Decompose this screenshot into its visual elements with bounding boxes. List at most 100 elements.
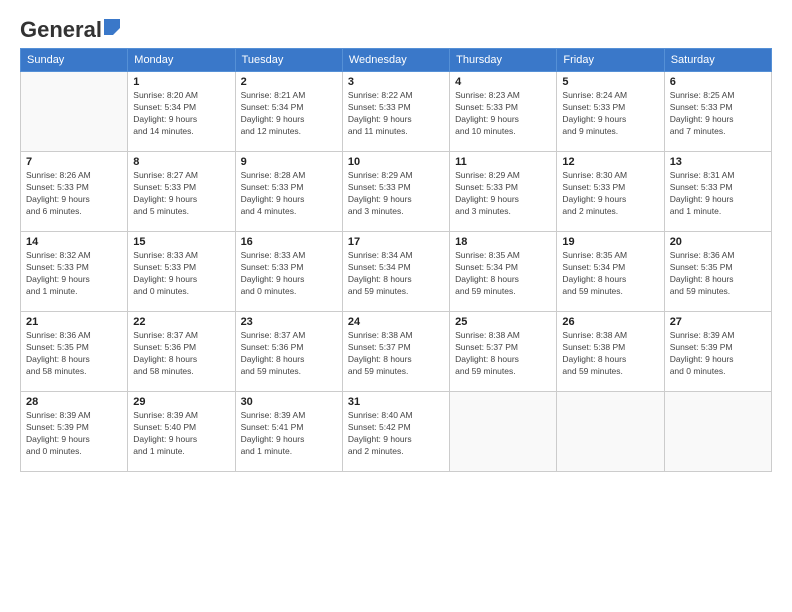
day-number: 1: [133, 76, 229, 88]
calendar-cell: 13 Sunrise: 8:31 AMSunset: 5:33 PMDayligh…: [664, 152, 771, 232]
day-number: 23: [241, 316, 337, 328]
calendar-cell: [664, 392, 771, 472]
day-number: 5: [562, 76, 658, 88]
day-info: Sunrise: 8:29 AMSunset: 5:33 PMDaylight:…: [348, 170, 444, 218]
weekday-header-sunday: Sunday: [21, 49, 128, 72]
week-row-0: 1Sunrise: 8:20 AMSunset: 5:34 PMDaylight…: [21, 72, 772, 152]
calendar-cell: 23 Sunrise: 8:37 AMSunset: 5:36 PMDayligh…: [235, 312, 342, 392]
calendar-cell: 1Sunrise: 8:20 AMSunset: 5:34 PMDaylight…: [128, 72, 235, 152]
day-number: 29: [133, 396, 229, 408]
day-number: 8: [133, 156, 229, 168]
day-info: Sunrise: 8:27 AMSunset: 5:33 PMDaylight:…: [133, 170, 229, 218]
day-info: Sunrise: 8:35 AMSunset: 5:34 PMDaylight:…: [562, 250, 658, 298]
day-number: 25: [455, 316, 551, 328]
weekday-header-wednesday: Wednesday: [342, 49, 449, 72]
week-row-2: 14 Sunrise: 8:32 AMSunset: 5:33 PMDayligh…: [21, 232, 772, 312]
day-info: Sunrise: 8:23 AMSunset: 5:33 PMDaylight:…: [455, 90, 551, 138]
weekday-header-friday: Friday: [557, 49, 664, 72]
weekday-header-tuesday: Tuesday: [235, 49, 342, 72]
calendar-cell: 4 Sunrise: 8:23 AMSunset: 5:33 PMDaylight…: [450, 72, 557, 152]
day-number: 12: [562, 156, 658, 168]
day-info: Sunrise: 8:21 AMSunset: 5:34 PMDaylight:…: [241, 90, 337, 138]
day-info: Sunrise: 8:29 AMSunset: 5:33 PMDaylight:…: [455, 170, 551, 218]
weekday-header-monday: Monday: [128, 49, 235, 72]
calendar-cell: 21 Sunrise: 8:36 AMSunset: 5:35 PMDayligh…: [21, 312, 128, 392]
day-number: 20: [670, 236, 766, 248]
day-number: 3: [348, 76, 444, 88]
calendar-cell: 14 Sunrise: 8:32 AMSunset: 5:33 PMDayligh…: [21, 232, 128, 312]
day-info: Sunrise: 8:37 AMSunset: 5:36 PMDaylight:…: [241, 330, 337, 378]
day-number: 9: [241, 156, 337, 168]
calendar-cell: 22Sunrise: 8:37 AMSunset: 5:36 PMDayligh…: [128, 312, 235, 392]
calendar-cell: 27 Sunrise: 8:39 AMSunset: 5:39 PMDayligh…: [664, 312, 771, 392]
day-info: Sunrise: 8:24 AMSunset: 5:33 PMDaylight:…: [562, 90, 658, 138]
day-info: Sunrise: 8:35 AMSunset: 5:34 PMDaylight:…: [455, 250, 551, 298]
calendar-cell: [21, 72, 128, 152]
day-number: 22: [133, 316, 229, 328]
calendar-cell: [450, 392, 557, 472]
calendar-cell: 20 Sunrise: 8:36 AMSunset: 5:35 PMDayligh…: [664, 232, 771, 312]
calendar-cell: 12 Sunrise: 8:30 AMSunset: 5:33 PMDayligh…: [557, 152, 664, 232]
day-info: Sunrise: 8:38 AMSunset: 5:38 PMDaylight:…: [562, 330, 658, 378]
calendar-cell: 7 Sunrise: 8:26 AMSunset: 5:33 PMDaylight…: [21, 152, 128, 232]
header: General: [20, 18, 772, 40]
day-number: 27: [670, 316, 766, 328]
day-info: Sunrise: 8:25 AMSunset: 5:33 PMDaylight:…: [670, 90, 766, 138]
day-info: Sunrise: 8:39 AMSunset: 5:39 PMDaylight:…: [670, 330, 766, 378]
day-info: Sunrise: 8:34 AMSunset: 5:34 PMDaylight:…: [348, 250, 444, 298]
day-info: Sunrise: 8:39 AMSunset: 5:39 PMDaylight:…: [26, 410, 122, 458]
day-number: 18: [455, 236, 551, 248]
calendar-cell: 17Sunrise: 8:34 AMSunset: 5:34 PMDayligh…: [342, 232, 449, 312]
day-number: 14: [26, 236, 122, 248]
day-info: Sunrise: 8:40 AMSunset: 5:42 PMDaylight:…: [348, 410, 444, 458]
day-info: Sunrise: 8:31 AMSunset: 5:33 PMDaylight:…: [670, 170, 766, 218]
calendar-cell: 30 Sunrise: 8:39 AMSunset: 5:41 PMDayligh…: [235, 392, 342, 472]
day-number: 19: [562, 236, 658, 248]
day-info: Sunrise: 8:39 AMSunset: 5:40 PMDaylight:…: [133, 410, 229, 458]
week-row-3: 21 Sunrise: 8:36 AMSunset: 5:35 PMDayligh…: [21, 312, 772, 392]
logo-icon: [104, 19, 120, 35]
calendar-cell: 16 Sunrise: 8:33 AMSunset: 5:33 PMDayligh…: [235, 232, 342, 312]
day-info: Sunrise: 8:38 AMSunset: 5:37 PMDaylight:…: [455, 330, 551, 378]
day-info: Sunrise: 8:36 AMSunset: 5:35 PMDaylight:…: [670, 250, 766, 298]
day-number: 13: [670, 156, 766, 168]
logo-general: General: [20, 18, 102, 42]
calendar-cell: 3Sunrise: 8:22 AMSunset: 5:33 PMDaylight…: [342, 72, 449, 152]
calendar-cell: 31 Sunrise: 8:40 AMSunset: 5:42 PMDayligh…: [342, 392, 449, 472]
calendar-cell: [557, 392, 664, 472]
day-info: Sunrise: 8:33 AMSunset: 5:33 PMDaylight:…: [133, 250, 229, 298]
day-info: Sunrise: 8:39 AMSunset: 5:41 PMDaylight:…: [241, 410, 337, 458]
week-row-4: 28Sunrise: 8:39 AMSunset: 5:39 PMDayligh…: [21, 392, 772, 472]
calendar-table: SundayMondayTuesdayWednesdayThursdayFrid…: [20, 48, 772, 472]
day-number: 16: [241, 236, 337, 248]
day-number: 15: [133, 236, 229, 248]
day-info: Sunrise: 8:38 AMSunset: 5:37 PMDaylight:…: [348, 330, 444, 378]
day-info: Sunrise: 8:32 AMSunset: 5:33 PMDaylight:…: [26, 250, 122, 298]
day-info: Sunrise: 8:33 AMSunset: 5:33 PMDaylight:…: [241, 250, 337, 298]
day-info: Sunrise: 8:36 AMSunset: 5:35 PMDaylight:…: [26, 330, 122, 378]
calendar-cell: 18 Sunrise: 8:35 AMSunset: 5:34 PMDayligh…: [450, 232, 557, 312]
day-info: Sunrise: 8:26 AMSunset: 5:33 PMDaylight:…: [26, 170, 122, 218]
day-number: 31: [348, 396, 444, 408]
calendar-cell: 2 Sunrise: 8:21 AMSunset: 5:34 PMDaylight…: [235, 72, 342, 152]
logo: General: [20, 18, 120, 40]
day-number: 4: [455, 76, 551, 88]
calendar-cell: 29 Sunrise: 8:39 AMSunset: 5:40 PMDayligh…: [128, 392, 235, 472]
day-number: 7: [26, 156, 122, 168]
day-number: 30: [241, 396, 337, 408]
page: General SundayMondayTuesdayWednesdayThur…: [0, 0, 792, 612]
day-number: 2: [241, 76, 337, 88]
calendar-cell: 19 Sunrise: 8:35 AMSunset: 5:34 PMDayligh…: [557, 232, 664, 312]
day-info: Sunrise: 8:28 AMSunset: 5:33 PMDaylight:…: [241, 170, 337, 218]
day-number: 21: [26, 316, 122, 328]
calendar-cell: 11 Sunrise: 8:29 AMSunset: 5:33 PMDayligh…: [450, 152, 557, 232]
day-number: 11: [455, 156, 551, 168]
calendar-cell: 5 Sunrise: 8:24 AMSunset: 5:33 PMDaylight…: [557, 72, 664, 152]
calendar-cell: 24Sunrise: 8:38 AMSunset: 5:37 PMDayligh…: [342, 312, 449, 392]
day-info: Sunrise: 8:30 AMSunset: 5:33 PMDaylight:…: [562, 170, 658, 218]
day-number: 26: [562, 316, 658, 328]
weekday-header-row: SundayMondayTuesdayWednesdayThursdayFrid…: [21, 49, 772, 72]
calendar-cell: 15 Sunrise: 8:33 AMSunset: 5:33 PMDayligh…: [128, 232, 235, 312]
weekday-header-saturday: Saturday: [664, 49, 771, 72]
calendar-cell: 10Sunrise: 8:29 AMSunset: 5:33 PMDayligh…: [342, 152, 449, 232]
